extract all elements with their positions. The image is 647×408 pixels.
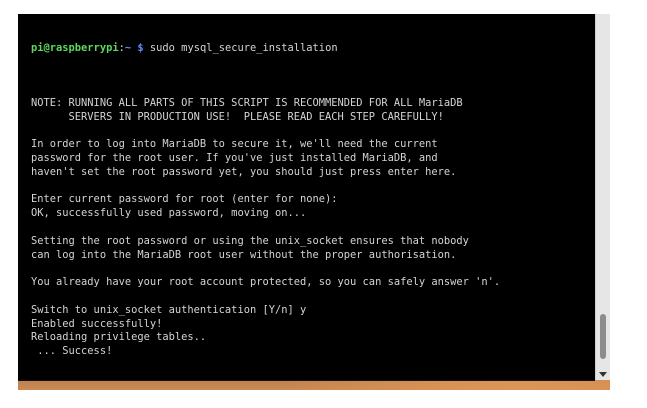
terminal-line: SERVERS IN PRODUCTION USE! PLEASE READ E… bbox=[31, 110, 444, 123]
terminal-line: Switch to unix_socket authentication [Y/… bbox=[31, 303, 307, 316]
scroll-down-arrow-icon[interactable] bbox=[599, 372, 607, 377]
terminal-line: Setting the root password or using the u… bbox=[31, 234, 469, 247]
prompt-command: sudo mysql_secure_installation bbox=[149, 41, 338, 54]
prompt-line: pi@raspberrypi:~ $ sudo mysql_secure_ins… bbox=[31, 42, 595, 56]
terminal-line: Reloading privilege tables.. bbox=[31, 331, 207, 344]
terminal-output: pi@raspberrypi:~ $ sudo mysql_secure_ins… bbox=[31, 14, 595, 380]
terminal-line: In order to log into MariaDB to secure i… bbox=[31, 138, 438, 151]
terminal-line: Enabled successfully! bbox=[31, 317, 163, 330]
terminal-line: You already have your root account prote… bbox=[31, 276, 501, 289]
prompt-symbol: $ bbox=[131, 41, 150, 54]
desktop-background: pi@raspberrypi:~ $ sudo mysql_secure_ins… bbox=[18, 14, 610, 390]
prompt-user-host: pi@raspberrypi bbox=[31, 41, 119, 54]
terminal-line: haven't set the root password yet, you s… bbox=[31, 165, 457, 178]
terminal-line: Enter current password for root (enter f… bbox=[31, 193, 338, 206]
terminal-line: can log into the MariaDB root user witho… bbox=[31, 248, 457, 261]
terminal-line: OK, successfully used password, moving o… bbox=[31, 207, 307, 220]
terminal-line: NOTE: RUNNING ALL PARTS OF THIS SCRIPT I… bbox=[31, 96, 463, 109]
terminal-scrollbar[interactable] bbox=[595, 14, 610, 380]
scrollbar-thumb[interactable] bbox=[600, 314, 606, 359]
terminal-window[interactable]: pi@raspberrypi:~ $ sudo mysql_secure_ins… bbox=[18, 14, 595, 381]
terminal-line: ... Success! bbox=[31, 345, 113, 358]
terminal-line: password for the root user. If you've ju… bbox=[31, 151, 438, 164]
